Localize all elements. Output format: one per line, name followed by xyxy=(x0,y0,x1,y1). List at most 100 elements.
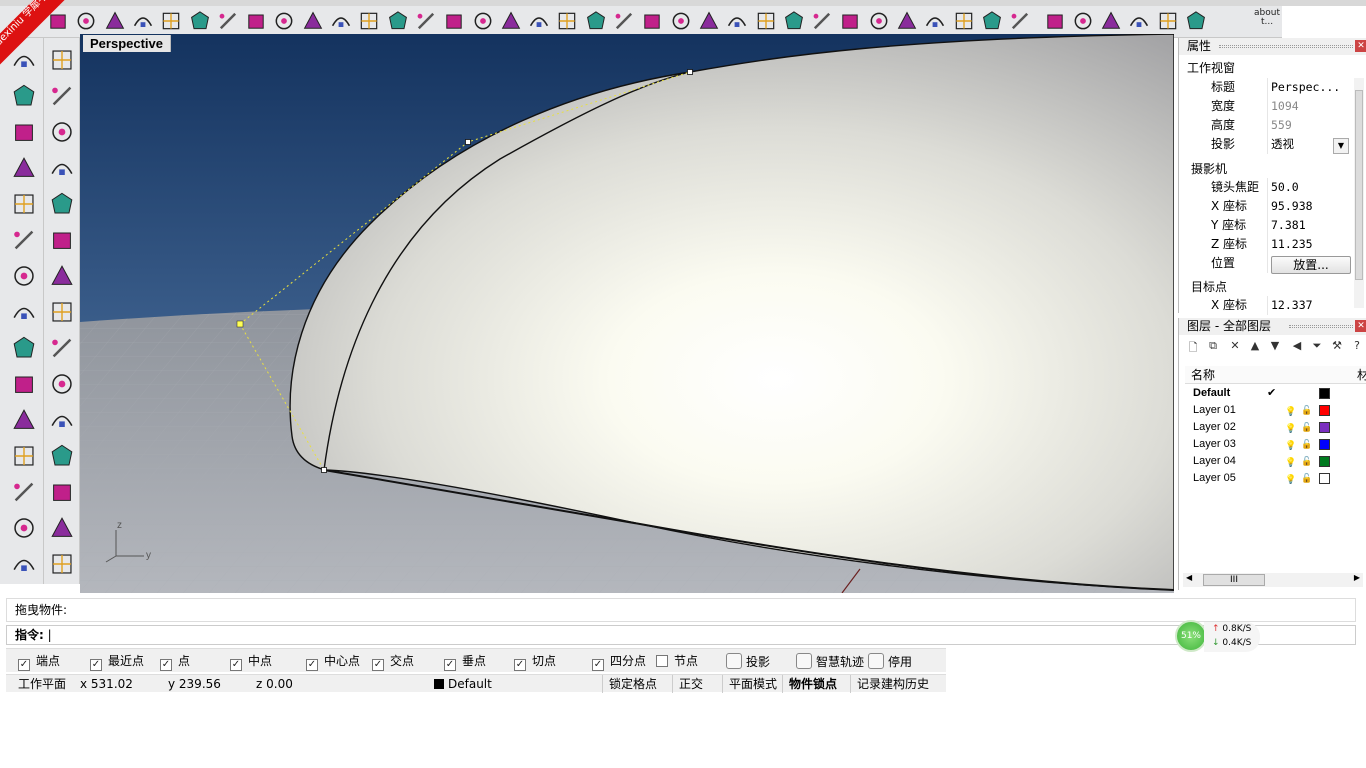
osnap-item[interactable]: ✓ 最近点 xyxy=(90,653,144,671)
layer-color-swatch[interactable] xyxy=(1319,422,1330,433)
osnap-checkbox[interactable]: ✓ xyxy=(514,659,526,671)
layer-row[interactable]: Layer 05 💡 🔓 xyxy=(1185,470,1366,487)
arc-icon[interactable] xyxy=(10,154,38,182)
scrollbar-thumb[interactable]: III xyxy=(1203,574,1265,586)
curve-edit-icon[interactable] xyxy=(131,9,155,33)
explode-icon[interactable] xyxy=(48,334,76,362)
layers-panel-header[interactable]: 图层 - 全部图层 ✕ xyxy=(1179,318,1366,335)
osnap-item[interactable]: ✓ 中点 xyxy=(230,653,272,671)
scroll-left-icon[interactable]: ◀ xyxy=(1186,573,1192,582)
flow-icon[interactable] xyxy=(669,9,693,33)
mesh-icon[interactable] xyxy=(48,406,76,434)
osnap-item[interactable]: 节点 xyxy=(656,653,698,669)
property-value[interactable]: 透视 xyxy=(1271,135,1294,154)
surface-icon[interactable] xyxy=(10,226,38,254)
move-parent-icon[interactable]: ◀ xyxy=(1289,339,1305,355)
shaded-box-icon[interactable] xyxy=(103,9,127,33)
layer-row[interactable]: Layer 03 💡 🔓 xyxy=(1185,436,1366,453)
dotted-grid-icon[interactable] xyxy=(1127,9,1151,33)
disable-toggle[interactable]: 停用 xyxy=(868,653,912,669)
property-value[interactable]: 95.938 xyxy=(1271,197,1313,216)
layer-row[interactable]: Default ✔ xyxy=(1185,385,1366,402)
help-icon[interactable]: ? xyxy=(1349,339,1365,355)
panel-grip[interactable] xyxy=(1289,325,1353,328)
filter-icon[interactable]: ⏷ xyxy=(1309,339,1325,355)
layer-color-swatch[interactable] xyxy=(1319,473,1330,484)
drape-icon[interactable] xyxy=(329,9,353,33)
toggle-box[interactable] xyxy=(796,653,812,669)
new-layer-icon[interactable]: 🗋 xyxy=(1185,339,1201,355)
layer-row[interactable]: Layer 01 💡 🔓 xyxy=(1185,402,1366,419)
osnap-item[interactable]: ✓ 端点 xyxy=(18,653,60,671)
layer-color-swatch[interactable] xyxy=(1319,439,1330,450)
move-down-icon[interactable]: ▼ xyxy=(1267,339,1283,355)
point-icon[interactable] xyxy=(48,46,76,74)
fillet-icon[interactable] xyxy=(48,190,76,218)
scroll-right-icon[interactable]: ▶ xyxy=(1354,573,1360,582)
star-icon[interactable] xyxy=(754,9,778,33)
osnap-checkbox[interactable]: ✓ xyxy=(230,659,242,671)
block-icon[interactable] xyxy=(10,550,38,578)
toggle-box[interactable] xyxy=(726,653,742,669)
plane-icon[interactable] xyxy=(810,9,834,33)
properties-panel-header[interactable]: 属性 ✕ xyxy=(1179,38,1366,55)
tools-icon[interactable]: ⚒ xyxy=(1329,339,1345,355)
taper-icon[interactable] xyxy=(697,9,721,33)
polyline-icon[interactable] xyxy=(10,82,38,110)
osnap-button[interactable]: 物件锁点 xyxy=(782,675,843,693)
osnap-item[interactable]: ✓ 点 xyxy=(160,653,190,671)
property-value[interactable]: 11.235 xyxy=(1271,235,1313,254)
visibility-bulb-icon[interactable]: 💡 xyxy=(1285,454,1296,471)
visibility-bulb-icon[interactable]: 💡 xyxy=(1285,403,1296,420)
snap-icon[interactable] xyxy=(838,9,862,33)
layer-row[interactable]: Layer 02 💡 🔓 xyxy=(1185,419,1366,436)
osnap-checkbox[interactable]: ✓ xyxy=(18,659,30,671)
close-icon[interactable]: ✕ xyxy=(1355,40,1366,52)
osnap-checkbox[interactable] xyxy=(656,655,668,667)
move-icon[interactable] xyxy=(48,478,76,506)
viewport-title-tab[interactable]: Perspective xyxy=(83,35,171,52)
lock-icon[interactable]: 🔓 xyxy=(1301,436,1312,453)
command-input[interactable]: 指令: | xyxy=(6,625,1356,645)
project-toggle[interactable]: 投影 xyxy=(726,653,770,669)
visibility-bulb-icon[interactable]: 💡 xyxy=(1285,420,1296,437)
about-button[interactable]: about t... xyxy=(1254,9,1280,33)
layers-hscrollbar[interactable]: ◀ III ▶ xyxy=(1183,573,1363,587)
grid-icon[interactable] xyxy=(1071,9,1095,33)
osnap-item[interactable]: ✓ 四分点 xyxy=(592,653,646,671)
properties-scrollbar[interactable] xyxy=(1354,78,1364,308)
osnap-item[interactable]: ✓ 垂点 xyxy=(444,653,486,671)
cylinder-icon[interactable] xyxy=(10,298,38,326)
points-icon[interactable] xyxy=(952,9,976,33)
cage-icon[interactable] xyxy=(499,9,523,33)
osnap-checkbox[interactable]: ✓ xyxy=(444,659,456,671)
plugin-icon[interactable] xyxy=(10,334,38,362)
toggle-box[interactable] xyxy=(868,653,884,669)
diamond-icon[interactable] xyxy=(1184,9,1208,33)
shear-icon[interactable] xyxy=(640,9,664,33)
property-value[interactable]: Perspec... xyxy=(1271,78,1340,97)
rebuild-icon[interactable] xyxy=(48,442,76,470)
join-icon[interactable] xyxy=(48,370,76,398)
patch-icon[interactable] xyxy=(48,226,76,254)
mirror-icon[interactable] xyxy=(612,9,636,33)
gear-icon[interactable] xyxy=(1008,9,1032,33)
section-icon[interactable] xyxy=(867,9,891,33)
osnap-checkbox[interactable]: ✓ xyxy=(306,659,318,671)
sphere-icon[interactable] xyxy=(48,262,76,290)
record-history-button[interactable]: 记录建构历史 xyxy=(850,675,935,693)
lock-icon[interactable]: 🔓 xyxy=(1301,453,1312,470)
lock-icon[interactable]: 🔓 xyxy=(1301,470,1312,487)
trim-icon[interactable] xyxy=(895,9,919,33)
rectangle-icon[interactable] xyxy=(48,154,76,182)
osnap-checkbox[interactable]: ✓ xyxy=(160,659,172,671)
lock-icon[interactable]: 🔓 xyxy=(1301,402,1312,419)
cplane-label[interactable]: 工作平面 xyxy=(18,675,66,693)
osnap-item[interactable]: ✓ 中心点 xyxy=(306,653,360,671)
panel-grip[interactable] xyxy=(1219,45,1353,48)
transform-icon[interactable] xyxy=(48,514,76,542)
box-solid-icon[interactable] xyxy=(10,262,38,290)
wave-icon[interactable] xyxy=(555,9,579,33)
layer-color-swatch[interactable] xyxy=(1319,388,1330,399)
check-icon[interactable] xyxy=(442,9,466,33)
